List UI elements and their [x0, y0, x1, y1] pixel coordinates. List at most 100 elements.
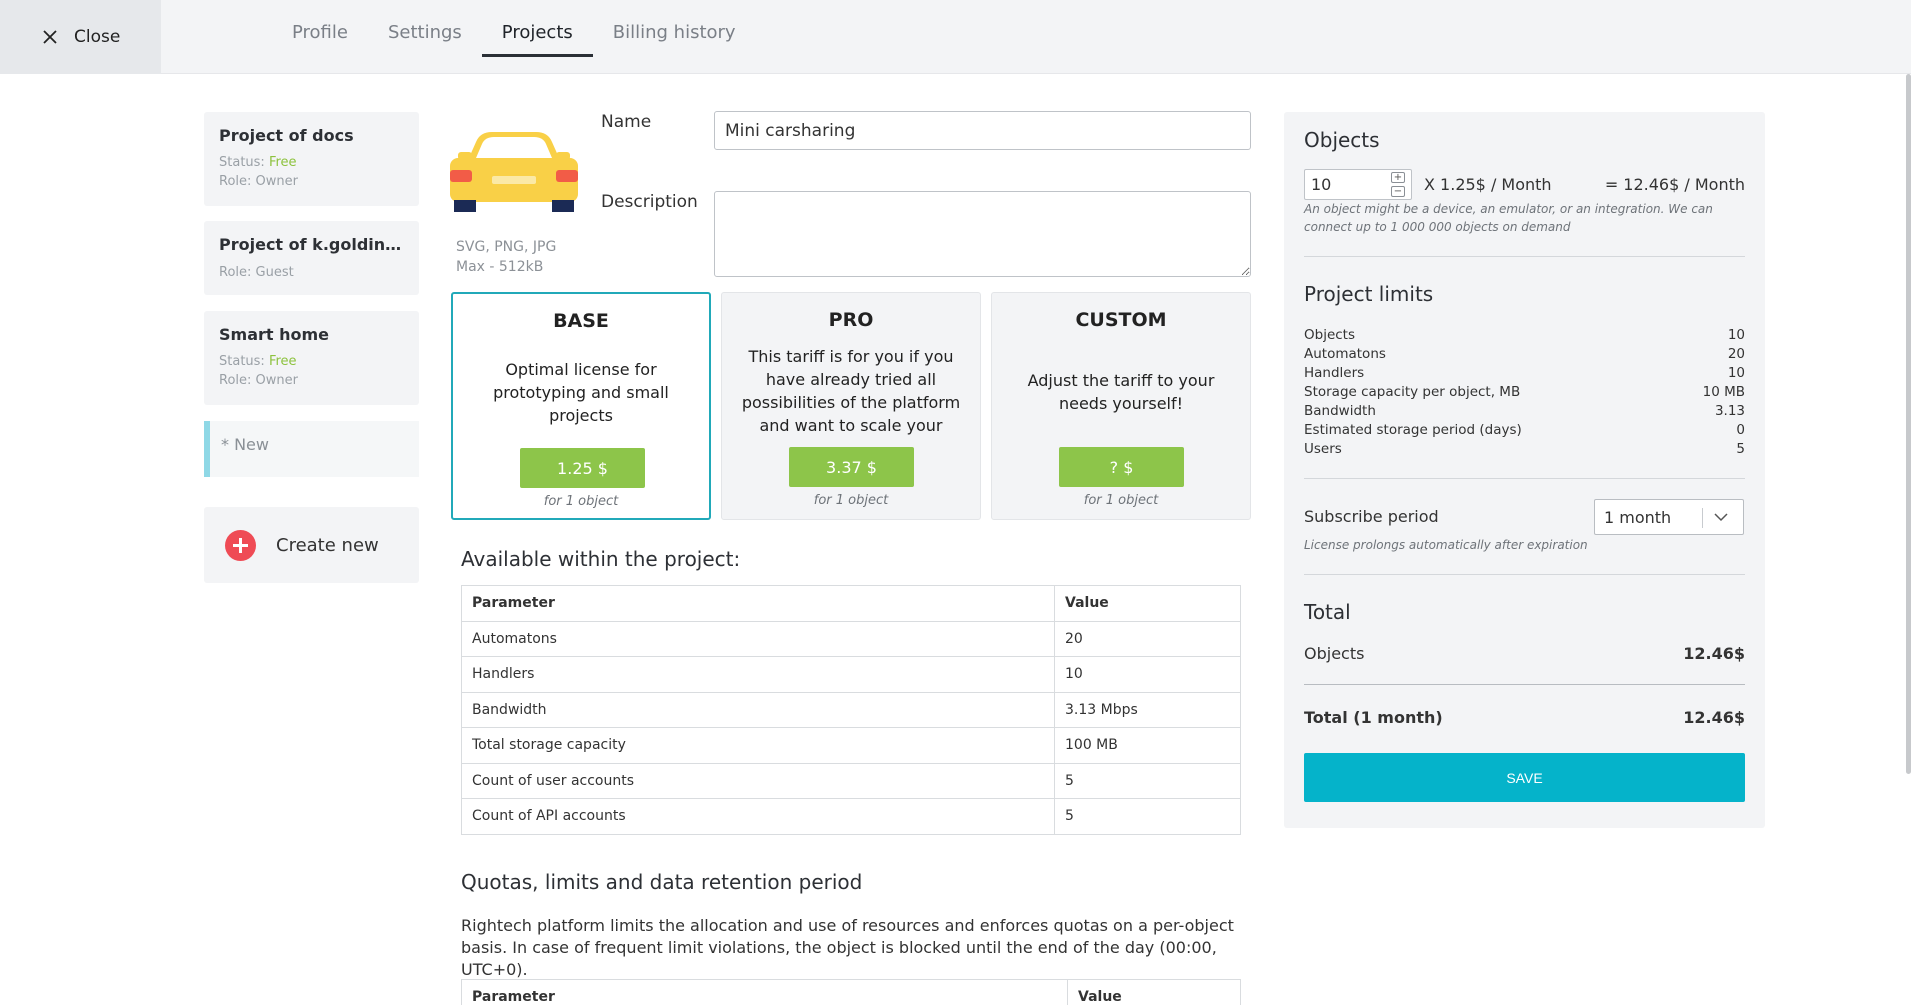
car-icon[interactable]: [448, 130, 580, 214]
table-header-row: Parameter Value: [461, 585, 1241, 622]
column-header: Value: [1067, 979, 1241, 1005]
create-new-button[interactable]: Create new: [204, 507, 419, 583]
column-header: Value: [1054, 585, 1241, 622]
name-label: Name: [601, 112, 652, 132]
price-multiplier: X 1.25$ / Month: [1424, 175, 1552, 194]
total-objects-row: Objects 12.46$: [1304, 644, 1745, 663]
table-row: Count of API accounts 5: [461, 798, 1241, 835]
tariff-price-button[interactable]: 3.37 $: [789, 447, 914, 487]
select-separator: [1702, 508, 1703, 528]
column-header: Parameter: [461, 585, 1055, 622]
tab-profile[interactable]: Profile: [272, 0, 368, 74]
param-cell: Count of API accounts: [461, 798, 1055, 835]
table-row: Bandwidth 3.13 Mbps: [461, 691, 1241, 728]
param-cell: Total storage capacity: [461, 727, 1055, 764]
total-month-label: Total (1 month): [1304, 708, 1443, 727]
table-header-row: Parameter Value: [461, 979, 1241, 1005]
tariff-custom[interactable]: CUSTOM Adjust the tariff to your needs y…: [991, 292, 1251, 520]
project-card-docs[interactable]: Project of docs Status: Free Role: Owner: [204, 112, 419, 206]
tariff-base[interactable]: BASE Optimal license for prototyping and…: [451, 292, 711, 520]
project-role: Role: Owner: [219, 174, 298, 189]
total-objects-value: 12.46$: [1683, 644, 1745, 663]
table-row: Count of user accounts 5: [461, 762, 1241, 799]
tab-settings[interactable]: Settings: [368, 0, 482, 74]
column-header: Parameter: [461, 979, 1068, 1005]
param-cell: Bandwidth: [461, 691, 1055, 728]
description-input[interactable]: [714, 191, 1251, 277]
quotas-table: Parameter Value: [461, 979, 1241, 1005]
limit-row: Objects 10: [1304, 327, 1745, 343]
objects-count-value: 10: [1311, 175, 1332, 194]
limit-row: Estimated storage period (days) 0: [1304, 422, 1745, 438]
tariff-unit: for 1 object: [543, 494, 619, 509]
param-cell: Automatons: [461, 620, 1055, 657]
limit-row: Automatons 20: [1304, 346, 1745, 362]
objects-title: Objects: [1304, 128, 1380, 152]
value-cell: 5: [1054, 798, 1241, 835]
project-status: Status: Free: [219, 354, 297, 369]
param-cell: Handlers: [461, 656, 1055, 693]
limit-row: Bandwidth 3.13: [1304, 403, 1745, 419]
tariff-name: CUSTOM: [1075, 309, 1167, 331]
project-card-k-goldinova[interactable]: Project of k.goldinova... Role: Guest: [204, 221, 419, 295]
tariff-description: Adjust the tariff to your needs yourself…: [1027, 371, 1215, 413]
increment-button[interactable]: +: [1391, 172, 1405, 183]
chevron-down-icon: [1714, 513, 1728, 522]
tariff-name: BASE: [553, 310, 609, 332]
close-button[interactable]: Close: [0, 0, 161, 74]
status-free: Free: [268, 354, 297, 369]
tariff-price-button[interactable]: 1.25 $: [520, 448, 645, 488]
total-month-value: 12.46$: [1683, 708, 1745, 727]
tariff-pro[interactable]: PRO This tariff is for you if you have a…: [721, 292, 981, 520]
subscribe-period-label: Subscribe period: [1304, 507, 1439, 526]
decrement-button[interactable]: −: [1391, 186, 1405, 197]
total-objects-label: Objects: [1304, 644, 1365, 663]
param-cell: Count of user accounts: [461, 762, 1055, 799]
status-free: Free: [268, 155, 297, 170]
divider: [1304, 478, 1745, 479]
create-new-label: Create new: [276, 534, 379, 556]
value-cell: 5: [1054, 762, 1241, 799]
top-bar: Close Profile Settings Projects Billing …: [0, 0, 1911, 74]
quotas-text: Rightech platform limits the allocation …: [461, 916, 1234, 979]
new-project-item[interactable]: * New: [204, 421, 419, 477]
limit-row: Handlers 10: [1304, 365, 1745, 381]
table-row: Total storage capacity 100 MB: [461, 727, 1241, 764]
save-button[interactable]: SAVE: [1304, 753, 1745, 802]
subscribe-note: License prolongs automatically after exp…: [1304, 538, 1588, 552]
value-cell: 10: [1054, 656, 1241, 693]
tariff-name: PRO: [828, 309, 874, 331]
tariff-price-button[interactable]: ? $: [1059, 447, 1184, 487]
divider: [1304, 256, 1745, 257]
limit-row: Storage capacity per object, MB 10 MB: [1304, 384, 1745, 400]
objects-note: An object might be a device, an emulator…: [1304, 202, 1713, 234]
available-table: Parameter Value Automatons 20 Handlers 10 …: [461, 585, 1241, 835]
limits-list: Objects 10 Automatons 20 Handlers 10 Storag…: [1304, 326, 1745, 459]
limits-title: Project limits: [1304, 282, 1434, 306]
project-role: Role: Owner: [219, 373, 298, 388]
tariff-description: Optimal license for prototyping and smal…: [493, 360, 669, 425]
value-cell: 20: [1054, 620, 1241, 657]
divider: [1304, 574, 1745, 575]
project-card-smart-home[interactable]: Smart home Status: Free Role: Owner: [204, 311, 419, 405]
scrollbar[interactable]: [1906, 74, 1911, 774]
close-icon: [43, 30, 57, 44]
objects-count-stepper[interactable]: 10 + −: [1304, 169, 1412, 200]
image-max-size: Max - 512kB: [456, 259, 544, 275]
tariff-unit: for 1 object: [1083, 493, 1159, 508]
project-status: Status: Free: [219, 155, 297, 170]
subscribe-period-value: 1 month: [1604, 508, 1672, 527]
available-title: Available within the project:: [461, 547, 741, 571]
image-hint: SVG, PNG, JPG Max - 512kB: [456, 237, 556, 277]
name-input[interactable]: [714, 111, 1251, 150]
project-role: Role: Guest: [219, 265, 294, 280]
total-title: Total: [1304, 600, 1351, 624]
divider: [1304, 684, 1745, 685]
subscribe-period-select[interactable]: 1 month: [1594, 499, 1744, 535]
summary-panel: Objects 10 + − X 1.25$ / Month = 12.46$ …: [1284, 112, 1765, 828]
tab-billing-history[interactable]: Billing history: [593, 0, 756, 74]
objects-price-result: = 12.46$ / Month: [1604, 175, 1745, 194]
project-name: Project of docs: [219, 126, 354, 145]
project-name: Project of k.goldinova...: [219, 235, 405, 254]
tab-projects[interactable]: Projects: [481, 0, 593, 74]
